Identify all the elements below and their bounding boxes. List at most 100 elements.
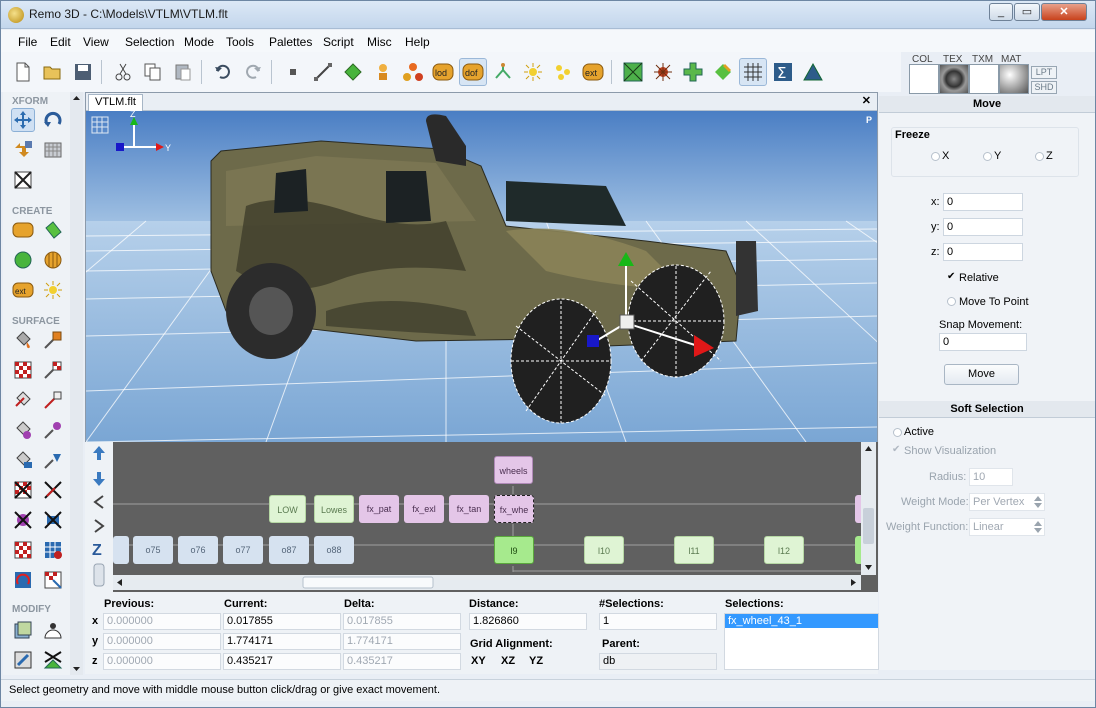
- minimize-button[interactable]: _: [989, 3, 1013, 21]
- graph-node-l12[interactable]: l12: [764, 536, 804, 564]
- menu-file[interactable]: File: [18, 35, 37, 49]
- move-z-input[interactable]: 0: [943, 243, 1023, 261]
- grid-icon[interactable]: [739, 58, 767, 86]
- material-swatch[interactable]: [999, 64, 1029, 94]
- modify-split-icon[interactable]: [41, 648, 65, 672]
- shd-button[interactable]: SHD: [1031, 81, 1057, 94]
- clip-icon[interactable]: [679, 58, 707, 86]
- current-z-field[interactable]: 0.435217: [223, 653, 341, 670]
- modify-shape-icon[interactable]: [41, 618, 65, 642]
- remove-texture-icon[interactable]: [11, 478, 35, 502]
- graph-node-o88[interactable]: o88: [314, 536, 354, 564]
- grid-yz-button[interactable]: YZ: [529, 655, 543, 667]
- menu-edit[interactable]: Edit: [50, 35, 71, 49]
- tab-vtlm[interactable]: VTLM.flt: [88, 94, 143, 111]
- graph-node-l11[interactable]: l11: [674, 536, 714, 564]
- graph-node-l10[interactable]: l10: [584, 536, 624, 564]
- texture-icon[interactable]: [709, 58, 737, 86]
- scene-canvas[interactable]: Z Y P: [86, 111, 877, 442]
- menu-help[interactable]: Help: [405, 35, 430, 49]
- shader-brush-icon[interactable]: [41, 448, 65, 472]
- snap-movement-input[interactable]: 0: [939, 333, 1027, 351]
- save-icon[interactable]: [69, 58, 97, 86]
- checker-icon[interactable]: [11, 538, 35, 562]
- paint-brush-icon[interactable]: [41, 328, 65, 352]
- radius-input[interactable]: 10: [969, 468, 1013, 486]
- freeze-z-radio[interactable]: [1035, 152, 1044, 161]
- graph-node-o77[interactable]: o77: [223, 536, 263, 564]
- group-mode-icon[interactable]: [399, 58, 427, 86]
- edge-mode-icon[interactable]: [309, 58, 337, 86]
- menu-script[interactable]: Script: [323, 35, 354, 49]
- paste-icon[interactable]: [169, 58, 197, 86]
- graph-node-o75[interactable]: o75: [133, 536, 173, 564]
- graph-node-l9[interactable]: l9: [494, 536, 534, 564]
- dof-icon[interactable]: dof: [459, 58, 487, 86]
- remove-texmap-icon[interactable]: [41, 478, 65, 502]
- vertex-mode-icon[interactable]: [279, 58, 307, 86]
- selections-list[interactable]: fx_wheel_43_1: [724, 613, 879, 670]
- menu-view[interactable]: View: [83, 35, 109, 49]
- texmap-bucket-icon[interactable]: [11, 388, 35, 412]
- color-swatch[interactable]: [909, 64, 939, 94]
- graph-horizontal-scrollbar[interactable]: [113, 575, 861, 590]
- texture-grid-icon[interactable]: [41, 538, 65, 562]
- close-button[interactable]: ✕: [1041, 3, 1087, 21]
- texture-brush-icon[interactable]: [41, 358, 65, 382]
- show-visualization-checkbox[interactable]: ✔: [892, 444, 900, 455]
- copy-icon[interactable]: [139, 58, 167, 86]
- open-folder-icon[interactable]: [39, 58, 67, 86]
- face-mode-icon[interactable]: [339, 58, 367, 86]
- redo-icon[interactable]: [239, 58, 267, 86]
- relative-checkbox[interactable]: ✔: [947, 271, 955, 282]
- triangle-icon[interactable]: [799, 58, 827, 86]
- graph-node-fx-exl[interactable]: fx_exl: [404, 495, 444, 523]
- object-mode-icon[interactable]: [369, 58, 397, 86]
- align-tool-icon[interactable]: [11, 168, 35, 192]
- graph-node-fx-tan[interactable]: fx_tan: [449, 495, 489, 523]
- texture-bucket-icon[interactable]: [11, 358, 35, 382]
- create-face-icon[interactable]: [41, 218, 65, 242]
- scale-tool-icon[interactable]: [11, 138, 35, 162]
- ext-ref-icon[interactable]: ext: [579, 58, 607, 86]
- sigma-icon[interactable]: Σ: [769, 58, 797, 86]
- grid-xz-button[interactable]: XZ: [501, 655, 515, 667]
- tool-palette-scrollbar[interactable]: [70, 92, 83, 675]
- move-to-point-checkbox[interactable]: [947, 297, 956, 306]
- light-points-icon[interactable]: [549, 58, 577, 86]
- create-light-icon[interactable]: [41, 278, 65, 302]
- graph-node-o76[interactable]: o76: [178, 536, 218, 564]
- create-ext-icon[interactable]: ext: [11, 278, 35, 302]
- new-file-icon[interactable]: [9, 58, 37, 86]
- modify-edit-icon[interactable]: [11, 648, 35, 672]
- menu-tools[interactable]: Tools: [226, 35, 254, 49]
- material-bucket-icon[interactable]: [11, 418, 35, 442]
- move-x-input[interactable]: 0: [943, 193, 1023, 211]
- texture-scale-icon[interactable]: [41, 568, 65, 592]
- sound-icon[interactable]: [649, 58, 677, 86]
- create-cylinder-icon[interactable]: [41, 248, 65, 272]
- texmap-brush-icon[interactable]: [41, 388, 65, 412]
- create-sphere-icon[interactable]: [11, 248, 35, 272]
- menu-palettes[interactable]: Palettes: [269, 35, 312, 49]
- switch-icon[interactable]: [489, 58, 517, 86]
- material-brush-icon[interactable]: [41, 418, 65, 442]
- menu-misc[interactable]: Misc: [367, 35, 392, 49]
- graph-node-low[interactable]: LOW: [269, 495, 306, 523]
- texture-mapping-swatch[interactable]: [969, 64, 999, 94]
- current-y-field[interactable]: 1.774171: [223, 633, 341, 650]
- current-x-field[interactable]: 0.017855: [223, 613, 341, 630]
- graph-vertical-scrollbar[interactable]: [861, 442, 876, 575]
- modify-texture-icon[interactable]: [11, 618, 35, 642]
- move-y-input[interactable]: 0: [943, 218, 1023, 236]
- undo-icon[interactable]: [209, 58, 237, 86]
- lpt-button[interactable]: LPT: [1031, 66, 1057, 79]
- graph-node-fx-pat[interactable]: fx_pat: [359, 495, 399, 523]
- paint-bucket-icon[interactable]: [11, 328, 35, 352]
- scene-graph[interactable]: Z wheels LOW Lowes fx_pat fx_exl fx_tan …: [85, 442, 878, 592]
- move-button[interactable]: Move: [944, 364, 1019, 385]
- light-point-icon[interactable]: [519, 58, 547, 86]
- close-tab-icon[interactable]: ✕: [862, 94, 871, 107]
- freeze-x-radio[interactable]: [931, 152, 940, 161]
- remove-shader-icon[interactable]: [41, 508, 65, 532]
